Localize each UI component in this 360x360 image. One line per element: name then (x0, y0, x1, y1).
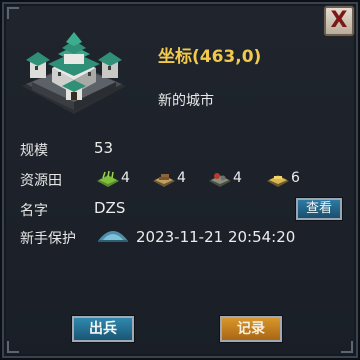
resource-count: 6 (291, 170, 300, 186)
name-label: 名字 (20, 203, 48, 219)
resource-lumber: 4 (152, 166, 186, 190)
lumber-field-icon (153, 174, 175, 187)
city-info-panel: X 坐标(463,0) 新的城市 规模 53 资源田 4 4 4 6 名字 DZ… (0, 0, 360, 360)
stone-field-icon (209, 173, 231, 187)
name-value: DZS (94, 199, 126, 217)
view-button[interactable]: 查看 (296, 198, 342, 220)
close-button[interactable]: X (324, 6, 354, 36)
farm-field-icon (97, 170, 119, 187)
protection-time: 2023-11-21 20:54:20 (136, 228, 296, 246)
scale-label: 规模 (20, 143, 48, 159)
record-button[interactable]: 记录 (220, 316, 282, 342)
resource-stone: 4 (208, 166, 242, 190)
panel-corner (7, 7, 19, 19)
panel-corner (7, 341, 19, 353)
protection-label: 新手保护 (20, 231, 76, 247)
deploy-troops-button[interactable]: 出兵 (72, 316, 134, 342)
resource-count: 4 (121, 170, 130, 186)
close-icon: X (330, 8, 348, 33)
resource-count: 4 (177, 170, 186, 186)
resources-label: 资源田 (20, 173, 62, 189)
resource-farm: 4 (96, 166, 130, 190)
city-type-label: 新的城市 (158, 93, 214, 109)
iron-field-icon (267, 175, 289, 187)
shield-dome-icon (98, 231, 128, 242)
resource-iron: 6 (266, 166, 300, 190)
coordinate-title: 坐标(463,0) (158, 47, 262, 67)
resource-count: 4 (233, 170, 242, 186)
panel-corner (341, 341, 353, 353)
castle-icon (22, 32, 126, 114)
scale-value: 53 (94, 139, 114, 157)
